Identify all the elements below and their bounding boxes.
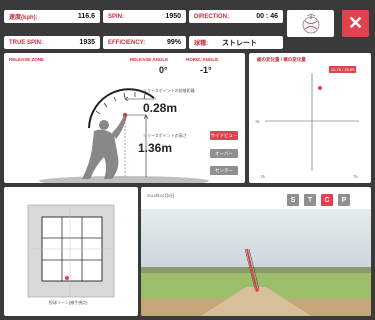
trajectory-panel: 2015年10月8日 S T C P <box>141 187 371 316</box>
true-spin-stat: TRUE SPIN: 1935 <box>4 36 100 49</box>
field-view <box>141 209 371 316</box>
center-view-button[interactable]: センター <box>210 166 238 175</box>
direction-label: DIRECTION: <box>194 13 229 20</box>
efficiency-label: EFFICIENCY: <box>108 39 146 46</box>
strike-zone-label: 投球ゾーン(捕手視点) <box>49 300 88 305</box>
movement-y-label: 75 <box>255 119 260 124</box>
direction-stat: DIRECTION: 00 : 46 <box>189 10 283 23</box>
true-spin-value: 1935 <box>79 39 95 46</box>
speed-value: 116.6 <box>77 13 95 20</box>
spin-label: SPIN: <box>108 13 125 20</box>
spin-stat: SPIN: 1950 <box>103 10 186 23</box>
pitch-type-stat: 球種: ストレート <box>189 36 283 49</box>
pitch-type-label: 球種: <box>194 41 208 47</box>
close-icon: ✕ <box>347 13 364 33</box>
side-view-button[interactable]: サイドビュー <box>210 131 238 140</box>
release-height-value: 1.36m <box>138 141 173 155</box>
extension-label: リリースポイントの前後距離 <box>143 88 195 93</box>
movement-x-right: 75 <box>353 174 358 179</box>
movement-chart <box>265 73 359 171</box>
release-height-label: リリースポイントの高さ <box>143 133 187 138</box>
extension-value: 0.28m <box>143 101 178 115</box>
efficiency-stat: EFFICIENCY: 99% <box>103 36 186 49</box>
movement-panel: 縦の変化量 / 横の変化量 25.78 / 35.89 75 -75 75 <box>249 53 371 183</box>
strike-zone-panel: 投球ゾーン(捕手視点) <box>4 187 138 316</box>
baseball-icon <box>302 13 319 33</box>
ball-spin-icon <box>287 10 334 37</box>
release-zone-panel: RELEASE ZONE RELEASE ANGLE HORIZ. ANGLE … <box>4 53 245 183</box>
speed-label: 速度(kph): <box>9 15 38 21</box>
close-button[interactable]: ✕ <box>342 10 369 37</box>
movement-x-left: -75 <box>259 174 265 179</box>
direction-value: 00 : 46 <box>256 13 278 20</box>
strike-zone-grid <box>27 204 115 298</box>
pitcher-diagram <box>39 88 209 183</box>
true-spin-label: TRUE SPIN: <box>9 39 44 46</box>
speed-stat: 速度(kph): 116.6 <box>4 10 100 23</box>
efficiency-value: 99% <box>166 39 181 46</box>
pitch-type-value: ストレート <box>222 39 257 47</box>
spin-value: 1950 <box>165 13 181 20</box>
over-view-button[interactable]: オーバー <box>210 149 238 158</box>
